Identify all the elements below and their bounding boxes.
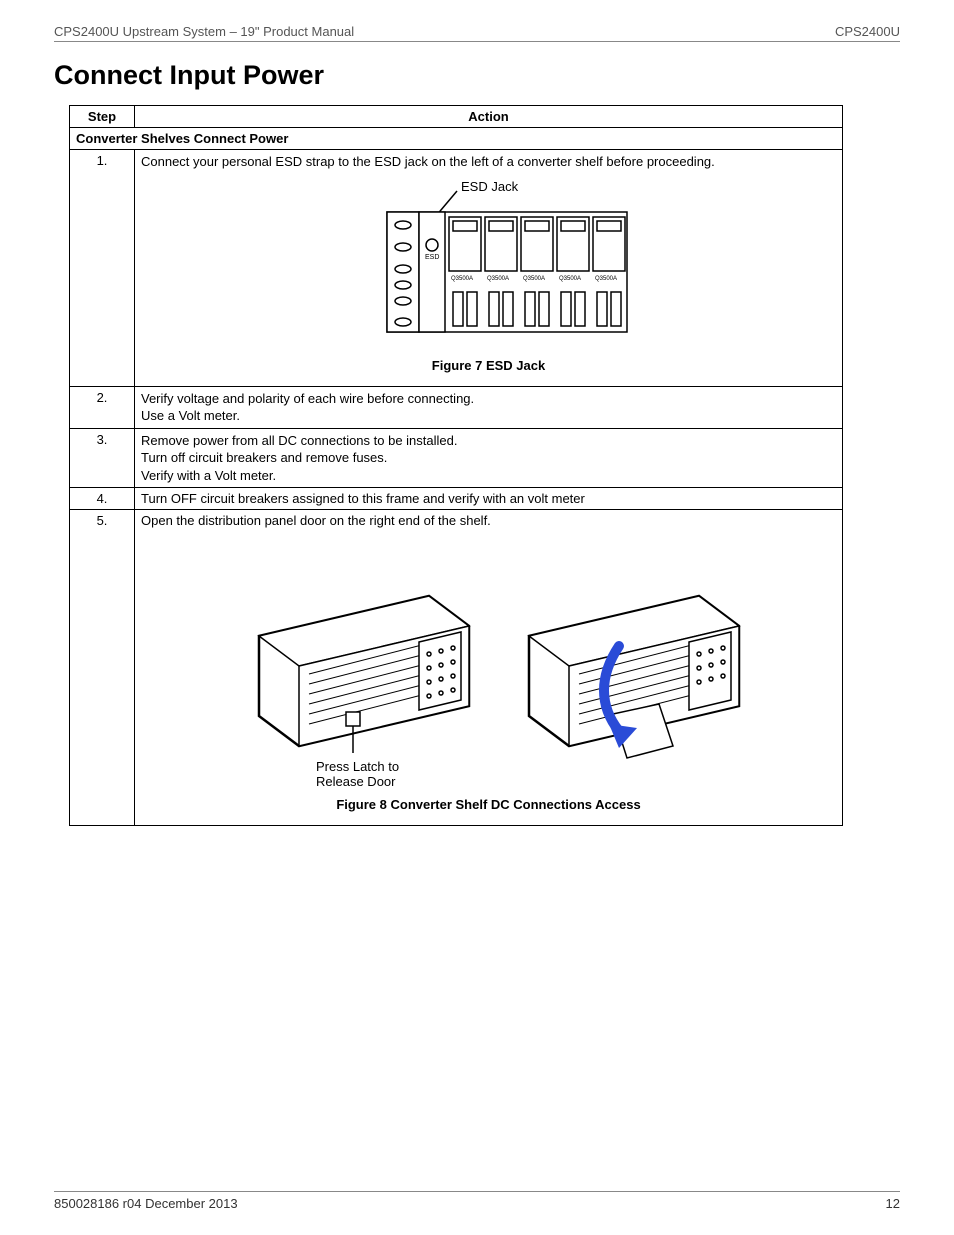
action-text: Turn OFF circuit breakers assigned to th… [141, 491, 585, 506]
step-number: 5. [70, 510, 135, 826]
module-icon [521, 217, 553, 271]
col-header-step: Step [70, 106, 135, 128]
module-label: Q3500A [487, 276, 509, 282]
header-right: CPS2400U [835, 24, 900, 39]
action-text: Turn off circuit breakers and remove fus… [141, 449, 836, 467]
page-footer: 850028186 r04 December 2013 12 [54, 1191, 900, 1211]
esd-text: ESD [425, 254, 439, 261]
action-text: Connect your personal ESD strap to the E… [141, 153, 836, 171]
table-row: 2. Verify voltage and polarity of each w… [70, 386, 843, 428]
figure-7-caption: Figure 7 ESD Jack [141, 358, 836, 373]
action-text: Verify voltage and polarity of each wire… [141, 390, 836, 408]
figure-7-wrap: ESD [141, 177, 836, 350]
distribution-door [419, 632, 461, 710]
header-left: CPS2400U Upstream System – 19" Product M… [54, 24, 354, 39]
open-panel [689, 632, 731, 710]
module-icon [485, 217, 517, 271]
step-number: 4. [70, 488, 135, 510]
subheader-text: Converter Shelves Connect Power [70, 128, 843, 150]
shelf-closed-icon [259, 596, 469, 753]
figure-8-illustration [189, 546, 789, 776]
module-label: Q3500A [451, 276, 473, 282]
footer-page-number: 12 [886, 1196, 900, 1211]
module-label: Q3500A [523, 276, 545, 282]
step-number: 1. [70, 150, 135, 387]
action-cell: Remove power from all DC connections to … [135, 428, 843, 488]
table-subheader-row: Converter Shelves Connect Power [70, 128, 843, 150]
page-header: CPS2400U Upstream System – 19" Product M… [54, 24, 900, 42]
steps-table: Step Action Converter Shelves Connect Po… [69, 105, 843, 826]
table-row: 3. Remove power from all DC connections … [70, 428, 843, 488]
module-icon [557, 217, 589, 271]
action-text: Remove power from all DC connections to … [141, 432, 836, 450]
step-number: 3. [70, 428, 135, 488]
action-text: Verify with a Volt meter. [141, 467, 836, 485]
action-cell: Connect your personal ESD strap to the E… [135, 150, 843, 387]
slot-icon [395, 221, 411, 229]
slot-icon [395, 265, 411, 273]
module-icon [449, 217, 481, 271]
action-cell: Open the distribution panel door on the … [135, 510, 843, 826]
slot-icon [395, 297, 411, 305]
press-latch-label: Press Latch to Release Door [316, 759, 399, 789]
shelf-open-icon [529, 596, 739, 758]
module-icon [593, 217, 625, 271]
figure-8-caption: Figure 8 Converter Shelf DC Connections … [141, 797, 836, 812]
footer-left: 850028186 r04 December 2013 [54, 1196, 238, 1211]
slot-icon [395, 243, 411, 251]
esd-jack-label: ESD Jack [461, 179, 519, 194]
action-text: Open the distribution panel door on the … [141, 513, 836, 528]
action-text: Use a Volt meter. [141, 407, 836, 425]
table-row: 5. Open the distribution panel door on t… [70, 510, 843, 826]
slot-icon [395, 281, 411, 289]
module-label: Q3500A [595, 276, 617, 282]
table-row: 4. Turn OFF circuit breakers assigned to… [70, 488, 843, 510]
controller-panel [419, 212, 445, 332]
action-cell: Verify voltage and polarity of each wire… [135, 386, 843, 428]
table-header-row: Step Action [70, 106, 843, 128]
latch-icon [346, 712, 360, 726]
slot-icon [395, 318, 411, 326]
step-number: 2. [70, 386, 135, 428]
col-header-action: Action [135, 106, 843, 128]
table-row: 1. Connect your personal ESD strap to th… [70, 150, 843, 387]
section-title: Connect Input Power [54, 60, 900, 91]
module-label: Q3500A [559, 276, 581, 282]
figure-8-wrap: Press Latch to Release Door [141, 546, 836, 789]
figure-7-illustration: ESD [339, 177, 639, 347]
action-cell: Turn OFF circuit breakers assigned to th… [135, 488, 843, 510]
